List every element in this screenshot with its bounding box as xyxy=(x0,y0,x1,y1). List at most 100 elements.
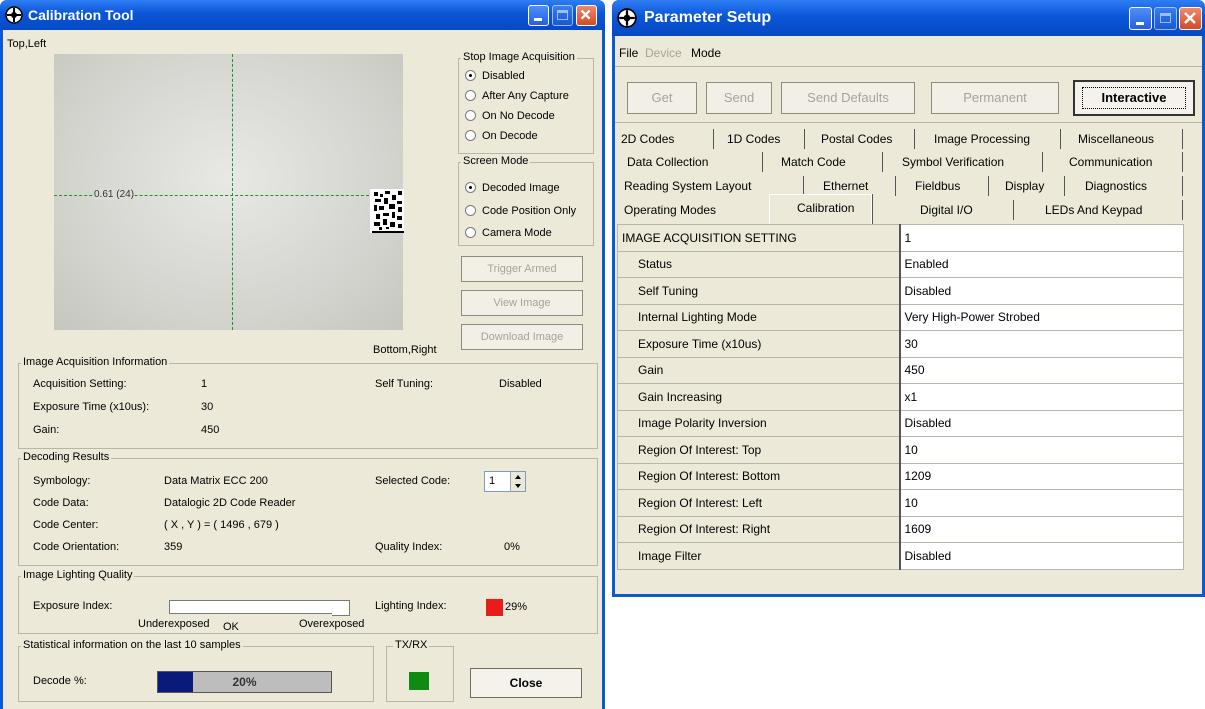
parameter-value[interactable]: 450 xyxy=(899,356,1184,384)
tab-separator xyxy=(1182,129,1183,149)
permanent-button[interactable]: Permanent xyxy=(931,82,1059,114)
tab-image-processing[interactable]: Image Processing xyxy=(934,132,1030,146)
spinner-arrows[interactable] xyxy=(510,472,525,491)
parameter-name: IMAGE ACQUISITION SETTING xyxy=(617,224,901,252)
parameter-value[interactable]: 30 xyxy=(899,330,1184,358)
radio-stop-disabled[interactable]: Disabled xyxy=(465,70,525,83)
parameter-row[interactable]: Region Of Interest: Bottom 1209 xyxy=(617,462,1184,490)
txrx-group: TX/RX xyxy=(386,639,454,702)
tab-diagnostics[interactable]: Diagnostics xyxy=(1085,179,1147,193)
calibration-titlebar[interactable]: Calibration Tool xyxy=(0,0,605,30)
parameter-row[interactable]: Region Of Interest: Right 1609 xyxy=(617,515,1184,543)
radio-stop-on-no-decode[interactable]: On No Decode xyxy=(465,110,555,123)
parameter-value[interactable]: x1 xyxy=(899,383,1184,411)
parameter-row[interactable]: IMAGE ACQUISITION SETTING 1 xyxy=(617,224,1184,252)
parameter-row[interactable]: Status Enabled xyxy=(617,250,1184,278)
tab-data-collection[interactable]: Data Collection xyxy=(627,155,708,169)
parameter-row[interactable]: Gain 450 xyxy=(617,356,1184,384)
close-window-button[interactable] xyxy=(576,5,597,26)
decode-progress-bar: 20% xyxy=(157,671,332,693)
parameter-name: Exposure Time (x10us) xyxy=(617,330,901,358)
radio-decoded-image[interactable]: Decoded Image xyxy=(465,182,560,195)
tab-fieldbus[interactable]: Fieldbus xyxy=(915,179,960,193)
parameter-value[interactable]: Very High-Power Strobed xyxy=(899,303,1184,331)
tab-leds-and-keypad[interactable]: LEDs And Keypad xyxy=(1045,203,1142,217)
parameter-row[interactable]: Region Of Interest: Left 10 xyxy=(617,489,1184,517)
parameter-row[interactable]: Region Of Interest: Top 10 xyxy=(617,436,1184,464)
close-button[interactable]: Close xyxy=(470,668,582,698)
download-image-button[interactable]: Download Image xyxy=(461,324,583,350)
view-image-button[interactable]: View Image xyxy=(461,290,583,316)
parameter-value[interactable]: Disabled xyxy=(899,409,1184,437)
parameter-value[interactable]: 1 xyxy=(899,224,1184,252)
tab-display[interactable]: Display xyxy=(1005,179,1044,193)
self-tuning-label: Self Tuning: xyxy=(375,378,434,390)
spinner-up-icon[interactable] xyxy=(511,472,525,481)
code-center-value: ( X , Y ) = ( 1496 , 679 ) xyxy=(164,519,279,531)
txrx-indicator xyxy=(409,672,429,690)
tab-separator xyxy=(1013,200,1014,220)
radio-code-position-only[interactable]: Code Position Only xyxy=(465,205,576,218)
trigger-armed-button[interactable]: Trigger Armed xyxy=(461,256,583,282)
exposure-index-bar xyxy=(169,600,335,614)
parameter-name: Region Of Interest: Bottom xyxy=(617,462,901,490)
menu-file[interactable]: File xyxy=(619,46,638,60)
tab-postal-codes[interactable]: Postal Codes xyxy=(821,132,892,146)
tab-separator xyxy=(1182,176,1183,196)
parameter-value[interactable]: 1609 xyxy=(899,515,1184,543)
tab-ethernet[interactable]: Ethernet xyxy=(823,179,868,193)
tab-calibration-active[interactable]: Calibration xyxy=(769,194,872,224)
parameter-value[interactable]: Disabled xyxy=(899,277,1184,305)
tab-reading-system-layout[interactable]: Reading System Layout xyxy=(624,179,751,193)
radio-stop-after-any-capture[interactable]: After Any Capture xyxy=(465,90,569,103)
calibration-window: Calibration Tool Top,Left 0.61 (24) Bott… xyxy=(0,0,605,709)
code-data-label: Code Data: xyxy=(33,497,89,509)
minimize-button[interactable] xyxy=(1129,7,1152,30)
tab-2d-codes[interactable]: 2D Codes xyxy=(621,132,674,146)
tab-communication[interactable]: Communication xyxy=(1069,155,1152,169)
radio-stop-on-decode[interactable]: On Decode xyxy=(465,130,538,143)
statistics-group: Statistical information on the last 10 s… xyxy=(18,639,374,702)
menu-device[interactable]: Device xyxy=(645,46,682,60)
parameter-row[interactable]: Self Tuning Disabled xyxy=(617,277,1184,305)
toolbar-separator xyxy=(615,122,1202,123)
tab-operating-modes[interactable]: Operating Modes xyxy=(624,203,716,217)
send-defaults-button[interactable]: Send Defaults xyxy=(781,82,915,114)
selected-code-value[interactable]: 1 xyxy=(489,475,495,487)
tab-symbol-verification[interactable]: Symbol Verification xyxy=(902,155,1004,169)
parameter-value[interactable]: 10 xyxy=(899,436,1184,464)
parameter-row[interactable]: Image Filter Disabled xyxy=(617,542,1184,570)
parameter-value[interactable]: Enabled xyxy=(899,250,1184,278)
tab-1d-codes[interactable]: 1D Codes xyxy=(727,132,780,146)
menu-mode[interactable]: Mode xyxy=(691,46,721,60)
interactive-button-label: Interactive xyxy=(1101,90,1167,105)
parameter-row[interactable]: Gain Increasing x1 xyxy=(617,383,1184,411)
maximize-button[interactable] xyxy=(552,5,573,26)
parameter-name: Internal Lighting Mode xyxy=(617,303,901,331)
lighting-index-swatch xyxy=(486,599,503,616)
decoding-results-group: Decoding Results Symbology: Data Matrix … xyxy=(18,451,598,566)
parameter-value[interactable]: 1209 xyxy=(899,462,1184,490)
parameter-row[interactable]: Image Polarity Inversion Disabled xyxy=(617,409,1184,437)
exposure-over-box xyxy=(332,600,350,616)
send-button[interactable]: Send xyxy=(706,82,772,114)
radio-label: After Any Capture xyxy=(482,90,569,102)
close-window-button[interactable] xyxy=(1179,7,1202,30)
tab-miscellaneous[interactable]: Miscellaneous xyxy=(1078,132,1154,146)
tab-separator xyxy=(804,129,805,149)
radio-camera-mode[interactable]: Camera Mode xyxy=(465,227,552,240)
maximize-button[interactable] xyxy=(1154,7,1177,30)
parameter-row[interactable]: Internal Lighting Mode Very High-Power St… xyxy=(617,303,1184,331)
parameter-titlebar[interactable]: Parameter Setup xyxy=(612,0,1205,36)
tab-separator xyxy=(895,176,896,196)
tab-digital-io[interactable]: Digital I/O xyxy=(920,203,973,217)
spinner-down-icon[interactable] xyxy=(511,482,525,491)
tab-match-code[interactable]: Match Code xyxy=(781,155,846,169)
minimize-button[interactable] xyxy=(528,5,549,26)
get-button[interactable]: Get xyxy=(627,82,697,114)
interactive-button[interactable]: Interactive xyxy=(1073,80,1195,116)
parameter-value[interactable]: 10 xyxy=(899,489,1184,517)
selected-code-spinner[interactable]: 1 xyxy=(484,471,526,492)
parameter-row[interactable]: Exposure Time (x10us) 30 xyxy=(617,330,1184,358)
parameter-value[interactable]: Disabled xyxy=(899,542,1184,570)
